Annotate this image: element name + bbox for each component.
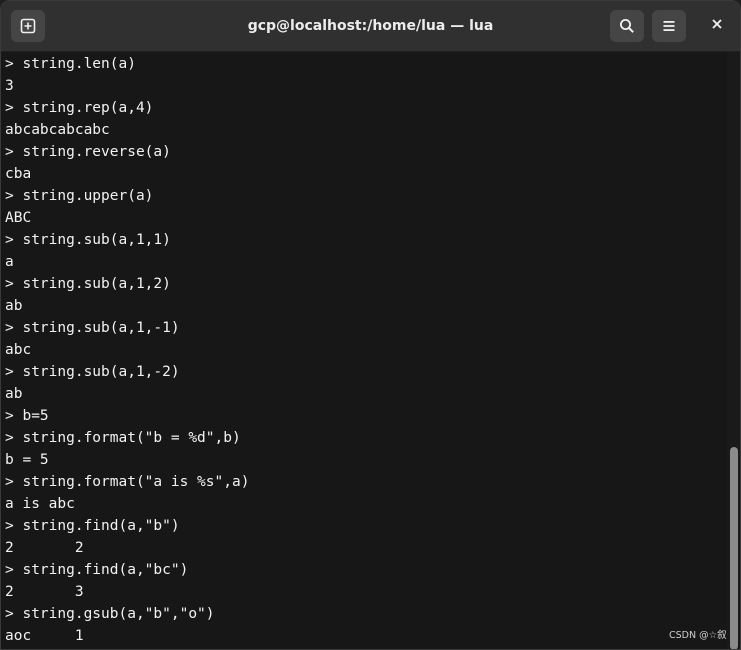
- output-line: 3: [5, 78, 14, 94]
- output-line: aoc 1: [5, 628, 84, 644]
- command-line: > string.reverse(a): [5, 144, 171, 160]
- command-line: > string.sub(a,1,-1): [5, 320, 180, 336]
- scrollbar-thumb[interactable]: [730, 447, 738, 649]
- command-line: > string.sub(a,1,2): [5, 276, 171, 292]
- output-line: 2 3: [5, 584, 84, 600]
- output-line: b = 5: [5, 452, 49, 468]
- new-tab-button[interactable]: [11, 10, 45, 42]
- vertical-scrollbar[interactable]: [727, 52, 740, 649]
- hamburger-menu-icon: [662, 19, 676, 33]
- terminal-window: gcp@localhost:/home/lua — lua > string.l…: [0, 0, 741, 650]
- command-line: > b=5: [5, 408, 49, 424]
- title-bar[interactable]: gcp@localhost:/home/lua — lua: [1, 1, 740, 52]
- window-title: gcp@localhost:/home/lua — lua: [247, 18, 494, 34]
- output-line: 2 2: [5, 540, 84, 556]
- output-line: a is abc: [5, 496, 75, 512]
- command-line: > string.len(a): [5, 56, 136, 72]
- close-icon: [711, 17, 723, 35]
- output-line: abc: [5, 342, 32, 358]
- command-line: > string.format("b = %d",b): [5, 430, 241, 446]
- search-button[interactable]: [610, 10, 644, 42]
- output-line: ab: [5, 386, 23, 402]
- menu-button[interactable]: [652, 10, 686, 42]
- command-line: > string.gsub(a,"b","o"): [5, 606, 215, 622]
- output-line: cba: [5, 166, 32, 182]
- command-line: > string.sub(a,1,-2): [5, 364, 180, 380]
- output-line: ABC: [5, 210, 32, 226]
- command-line: > string.sub(a,1,1): [5, 232, 171, 248]
- watermark-text: CSDN @☆叙: [669, 630, 727, 641]
- new-tab-icon: [20, 18, 36, 34]
- command-line: > string.upper(a): [5, 188, 154, 204]
- command-line: > string.find(a,"b"): [5, 518, 180, 534]
- command-line: > string.format("a is %s",a): [5, 474, 250, 490]
- output-line: abcabcabcabc: [5, 122, 110, 138]
- close-button[interactable]: [701, 10, 733, 42]
- terminal-output[interactable]: > string.len(a) 3 > string.rep(a,4) abcabca…: [1, 52, 727, 649]
- command-line: > string.rep(a,4): [5, 100, 154, 116]
- search-icon: [619, 18, 635, 34]
- output-line: ab: [5, 298, 23, 314]
- output-line: a: [5, 254, 14, 270]
- command-line: > string.find(a,"bc"): [5, 562, 189, 578]
